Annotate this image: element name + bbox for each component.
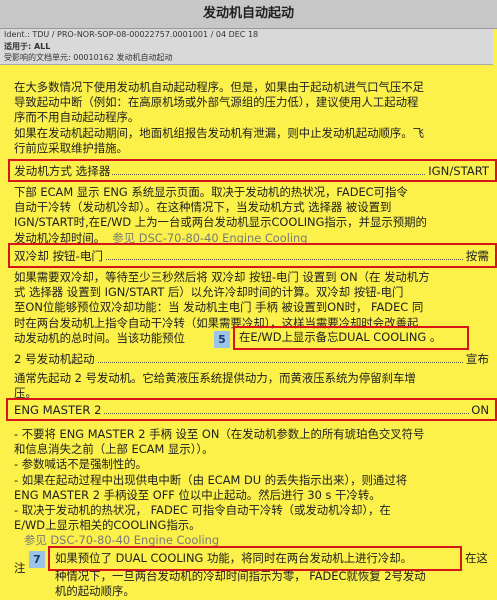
applies-line: 适用于: ALL bbox=[4, 41, 51, 51]
dual-cooling-memo-text: 在E/WD上显示备忘DUAL COOLING 。 bbox=[239, 330, 442, 344]
ign-start-label: 发动机方式 选择器 bbox=[14, 163, 113, 179]
bullet-line: - 不要将 ENG MASTER 2 手柄 设至 ON（在发动机参数上的所有琥珀… bbox=[14, 427, 425, 441]
eng2-start-label: 2 号发动机起动 bbox=[14, 351, 97, 367]
eng-master-notes: - 不要将 ENG MASTER 2 手柄 设至 ON（在发动机参数上的所有琥珀… bbox=[14, 427, 490, 549]
bullet-line: - 如果在起动过程中出现供电中断（由 ECAM DU 的丢失指示出来），则通过将 bbox=[14, 472, 408, 487]
intro-line: 在大多数情况下使用发动机自动起动程序。但是，如果由于起动机进气口气压不足 bbox=[14, 80, 425, 94]
intro-paragraph: 在大多数情况下使用发动机自动起动程序。但是，如果由于起动机进气口气压不足 导致起… bbox=[14, 80, 490, 156]
intro-line: 导致起动中断（例如：在高原机场或外部气源组的压力低），建议使用人工起动程 bbox=[14, 95, 419, 110]
bullet-line: - 取决于发动机的热状况， FADEC 可指令自动干冷转（或发动机冷却），在 bbox=[14, 502, 391, 517]
dual-desc-line: 至ON位能够预位双冷却功能：当 发动机主电门 手柄 被设置到ON时， FADEC… bbox=[14, 300, 424, 315]
eng2-desc-line: 通常先起动 2 号发动机。它给黄液压系统提供动力，而黄液压系统为停留刹车增 bbox=[14, 371, 416, 385]
ident-line: Ident.: TDU / PRO-NOR-SOP-08-00022757.00… bbox=[4, 30, 259, 39]
document-metadata: Ident.: TDU / PRO-NOR-SOP-08-00022757.00… bbox=[0, 29, 493, 65]
eng-master-label: ENG MASTER 2 bbox=[14, 402, 104, 418]
dual-desc-line: 式 选择器 设置到 IGN/START 后）以允许冷却时间的计算。双冷却 按钮-… bbox=[14, 285, 404, 300]
eng-master-checklist-line: ENG MASTER 2 ON bbox=[14, 402, 489, 418]
intro-line: 序而不用自动起动程序。 bbox=[14, 110, 140, 125]
ign-start-description: 下部 ECAM 显示 ENG 系统显示页面。取决于发动机的热状况，FADEC可指… bbox=[14, 185, 490, 246]
note-label: 注 bbox=[14, 561, 26, 575]
callout-badge-5: 5 bbox=[214, 331, 230, 348]
note-tail-text: 在这 bbox=[465, 551, 488, 565]
procedure-content: 在大多数情况下使用发动机自动起动程序。但是，如果由于起动机进气口气压不足 导致起… bbox=[0, 65, 497, 600]
note-line: 种情况下，一旦两台发动机的冷却时间指示为零， FADEC就恢复 2号发动 bbox=[55, 569, 426, 583]
bullet-line: E/WD上显示相关的COOLING指示。 bbox=[14, 518, 201, 533]
eng-master-value: ON bbox=[469, 402, 489, 418]
dual-cooling-label: 双冷却 按钮-电门 bbox=[14, 248, 106, 264]
eng2-start-value: 宣布 bbox=[463, 351, 489, 367]
note-highlight-text: 如果预位了 DUAL COOLING 功能，将同时在两台发动机上进行冷却。 bbox=[55, 551, 413, 565]
affected-line: 受影响的文档单元: 00010162 发动机自动起动 bbox=[4, 53, 173, 62]
ign-desc-line: 下部 ECAM 显示 ENG 系统显示页面。取决于发动机的热状况，FADEC可指… bbox=[14, 185, 408, 199]
dual-cooling-value: 按需 bbox=[463, 248, 489, 264]
bullet-line: ENG MASTER 2 手柄设至 OFF 位以中止起动。然后进行 30 s 干… bbox=[14, 487, 381, 502]
ign-start-checklist-line: 发动机方式 选择器 IGN/START bbox=[14, 163, 489, 179]
intro-line: 行前应采取维护措施。 bbox=[14, 140, 128, 155]
intro-line: 如果在发动机起动期间，地面机组报告发动机有泄漏，则中止发动机起动顺序。飞 bbox=[14, 125, 425, 140]
callout-badge-7: 7 bbox=[29, 551, 45, 568]
note-line: 机的起动顺序。 bbox=[55, 584, 135, 599]
dual-desc-line: 如果需要双冷却，等待至少三秒然后将 双冷却 按钮-电门 设置到 ON（在 发动机… bbox=[14, 270, 430, 284]
eng2-start-description: 通常先起动 2 号发动机。它给黄液压系统提供动力，而黄液压系统为停留刹车增 压。 bbox=[14, 371, 490, 401]
dual-cooling-checklist-line: 双冷却 按钮-电门 按需 bbox=[14, 248, 489, 264]
bullet-line: 和信息消失之前（上部 ECAM 显示））。 bbox=[14, 442, 214, 457]
page-title: 发动机自动起动 bbox=[0, 0, 497, 29]
ign-desc-line: 自动干冷转（发动机冷却）。在这种情况下，当发动机方式 选择器 被设置到 bbox=[14, 200, 392, 215]
ign-desc-line: IGN/START时,在E/WD 上为一台或两台发动机显示COOLING指示，并… bbox=[14, 215, 427, 230]
ign-start-value: IGN/START bbox=[426, 163, 489, 179]
eng2-start-checklist-line: 2 号发动机起动 宣布 bbox=[14, 351, 489, 367]
bullet-line: - 参数喊话不是强制性的。 bbox=[14, 457, 148, 472]
note-continuation: 种情况下，一旦两台发动机的冷却时间指示为零， FADEC就恢复 2号发动 机的起… bbox=[55, 569, 495, 599]
